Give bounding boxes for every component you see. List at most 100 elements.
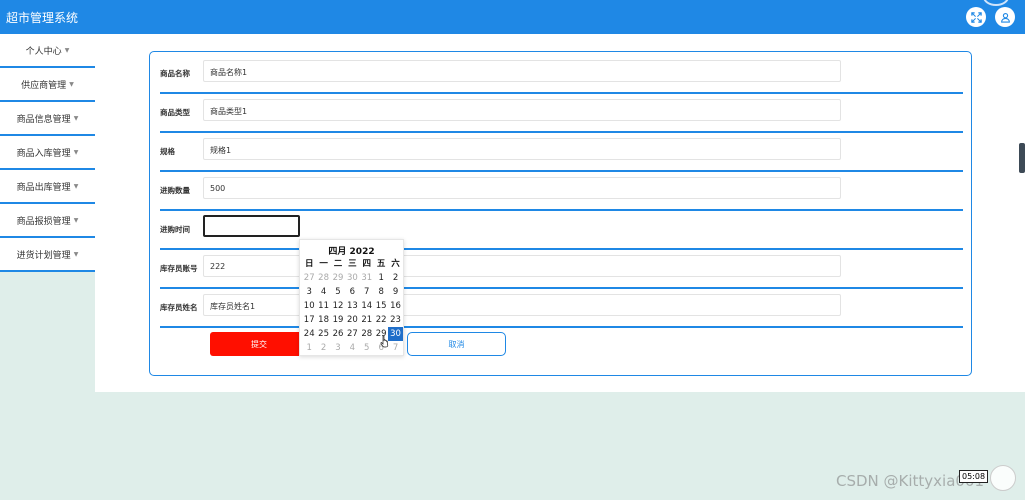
field-label: 商品类型 [160, 108, 190, 117]
sidebar-item-supplier[interactable]: 供应商管理 ▼ [0, 68, 95, 102]
product-type-input[interactable]: 商品类型1 [203, 99, 841, 121]
calendar-day[interactable]: 3 [331, 341, 345, 355]
weekday-header: 二 [333, 259, 343, 269]
caret-down-icon: ▼ [73, 114, 79, 122]
calendar-day[interactable]: 22 [374, 313, 388, 327]
sidebar-item-label: 个人中心 [25, 46, 62, 57]
sidebar-item-label: 进货计划管理 [16, 250, 71, 261]
sidebar-item-label: 供应商管理 [21, 80, 67, 91]
calendar-day[interactable]: 7 [360, 285, 374, 299]
calendar-day[interactable]: 26 [331, 327, 345, 341]
calendar-day[interactable]: 10 [302, 299, 316, 313]
fullscreen-button[interactable] [966, 7, 986, 27]
scrollbar-thumb[interactable] [1019, 143, 1025, 173]
calendar-day[interactable]: 19 [331, 313, 345, 327]
caret-down-icon: ▼ [73, 182, 79, 190]
date-picker-title: 四月 2022 [328, 247, 375, 257]
app-title: 超市管理系统 [6, 11, 79, 25]
form-row-purchase-qty: 进购数量 500 [160, 172, 963, 211]
user-icon [1000, 12, 1010, 23]
floating-circle-button[interactable] [990, 465, 1016, 491]
form-row-clerk-account: 库存员账号 222 [160, 250, 963, 289]
product-name-input[interactable]: 商品名称1 [203, 60, 841, 82]
calendar-day[interactable]: 18 [316, 313, 330, 327]
calendar-day[interactable]: 2 [316, 341, 330, 355]
sidebar-item-label: 商品入库管理 [16, 148, 71, 159]
form-card: 商品名称 商品名称1 商品类型 商品类型1 规格 规格1 进购数量 500 进购… [149, 51, 972, 376]
sidebar-item-purchase-plan[interactable]: 进货计划管理 ▼ [0, 238, 95, 272]
main-content: 商品名称 商品名称1 商品类型 商品类型1 规格 规格1 进购数量 500 进购… [95, 34, 1025, 392]
calendar-day[interactable]: 4 [345, 341, 359, 355]
weekday-header: 日 [304, 259, 314, 269]
sidebar-item-product-info[interactable]: 商品信息管理 ▼ [0, 102, 95, 136]
cancel-button[interactable]: 取消 [407, 332, 506, 356]
calendar-day[interactable]: 5 [360, 341, 374, 355]
calendar-day[interactable]: 28 [316, 271, 330, 285]
partial-avatar [983, 0, 1009, 6]
calendar-day-selected[interactable]: 30 [388, 327, 403, 341]
calendar-day[interactable]: 7 [388, 341, 402, 355]
calendar-day[interactable]: 24 [302, 327, 316, 341]
user-button[interactable] [995, 7, 1015, 27]
submit-button[interactable]: 提交 [210, 332, 308, 356]
sidebar-item-label: 商品信息管理 [16, 114, 71, 125]
field-label: 库存员账号 [160, 264, 198, 273]
field-label: 规格 [160, 147, 175, 156]
purchase-time-input[interactable] [203, 215, 300, 237]
purchase-qty-input[interactable]: 500 [203, 177, 841, 199]
calendar-day[interactable]: 4 [316, 285, 330, 299]
sidebar-item-label: 商品出库管理 [16, 182, 71, 193]
spec-input[interactable]: 规格1 [203, 138, 841, 160]
calendar-day[interactable]: 20 [345, 313, 359, 327]
weekday-header: 四 [362, 259, 372, 269]
field-label: 进购时间 [160, 225, 190, 234]
caret-down-icon: ▼ [73, 250, 79, 258]
calendar-day[interactable]: 29 [331, 271, 345, 285]
top-bar: 超市管理系统 [0, 0, 1025, 34]
calendar-day[interactable]: 13 [345, 299, 359, 313]
calendar-day[interactable]: 27 [302, 271, 316, 285]
calendar-day[interactable]: 12 [331, 299, 345, 313]
caret-down-icon: ▼ [64, 46, 70, 54]
calendar-day[interactable]: 2 [388, 271, 402, 285]
field-label: 商品名称 [160, 69, 190, 78]
calendar-day[interactable]: 1 [302, 341, 316, 355]
sidebar-item-stock-in[interactable]: 商品入库管理 ▼ [0, 136, 95, 170]
calendar-day[interactable]: 1 [374, 271, 388, 285]
form-row-product-type: 商品类型 商品类型1 [160, 94, 963, 133]
caret-down-icon: ▼ [69, 80, 74, 88]
calendar-day[interactable]: 14 [360, 299, 374, 313]
field-label: 库存员姓名 [160, 303, 198, 312]
weekday-header: 六 [391, 259, 400, 269]
weekday-header: 五 [376, 259, 386, 269]
hand-cursor-icon [380, 335, 389, 348]
calendar-day[interactable]: 16 [388, 299, 402, 313]
sidebar-item-damage-report[interactable]: 商品报损管理 ▼ [0, 204, 95, 238]
calendar-day[interactable]: 31 [360, 271, 374, 285]
calendar-day[interactable]: 6 [345, 285, 359, 299]
calendar-day[interactable]: 25 [316, 327, 330, 341]
calendar-day[interactable]: 21 [360, 313, 374, 327]
sidebar-item-personal-center[interactable]: 个人中心 ▼ [0, 34, 95, 68]
field-label: 进购数量 [160, 186, 190, 195]
sidebar: 个人中心 ▼ 供应商管理 ▼ 商品信息管理 ▼ 商品入库管理 ▼ 商品出库管理 ▼ 商品报… [0, 34, 95, 272]
form-row-purchase-time: 进购时间 [160, 211, 963, 250]
fullscreen-icon [970, 11, 982, 23]
calendar-day[interactable]: 28 [360, 327, 374, 341]
calendar-day[interactable]: 9 [388, 285, 402, 299]
calendar-day[interactable]: 30 [345, 271, 359, 285]
weekday-header: 三 [348, 259, 357, 269]
form-row-spec: 规格 规格1 [160, 133, 963, 172]
calendar-day[interactable]: 27 [345, 327, 359, 341]
calendar-day[interactable]: 23 [388, 313, 402, 327]
calendar-day[interactable]: 15 [374, 299, 388, 313]
form-row-product-name: 商品名称 商品名称1 [160, 55, 963, 94]
calendar-day[interactable]: 17 [302, 313, 316, 327]
sidebar-item-stock-out[interactable]: 商品出库管理 ▼ [0, 170, 95, 204]
calendar-day[interactable]: 3 [302, 285, 316, 299]
calendar-day[interactable]: 11 [316, 299, 330, 313]
calendar-day[interactable]: 8 [374, 285, 388, 299]
sidebar-item-label: 商品报损管理 [16, 216, 71, 227]
caret-down-icon: ▼ [73, 216, 79, 224]
calendar-day[interactable]: 5 [331, 285, 345, 299]
